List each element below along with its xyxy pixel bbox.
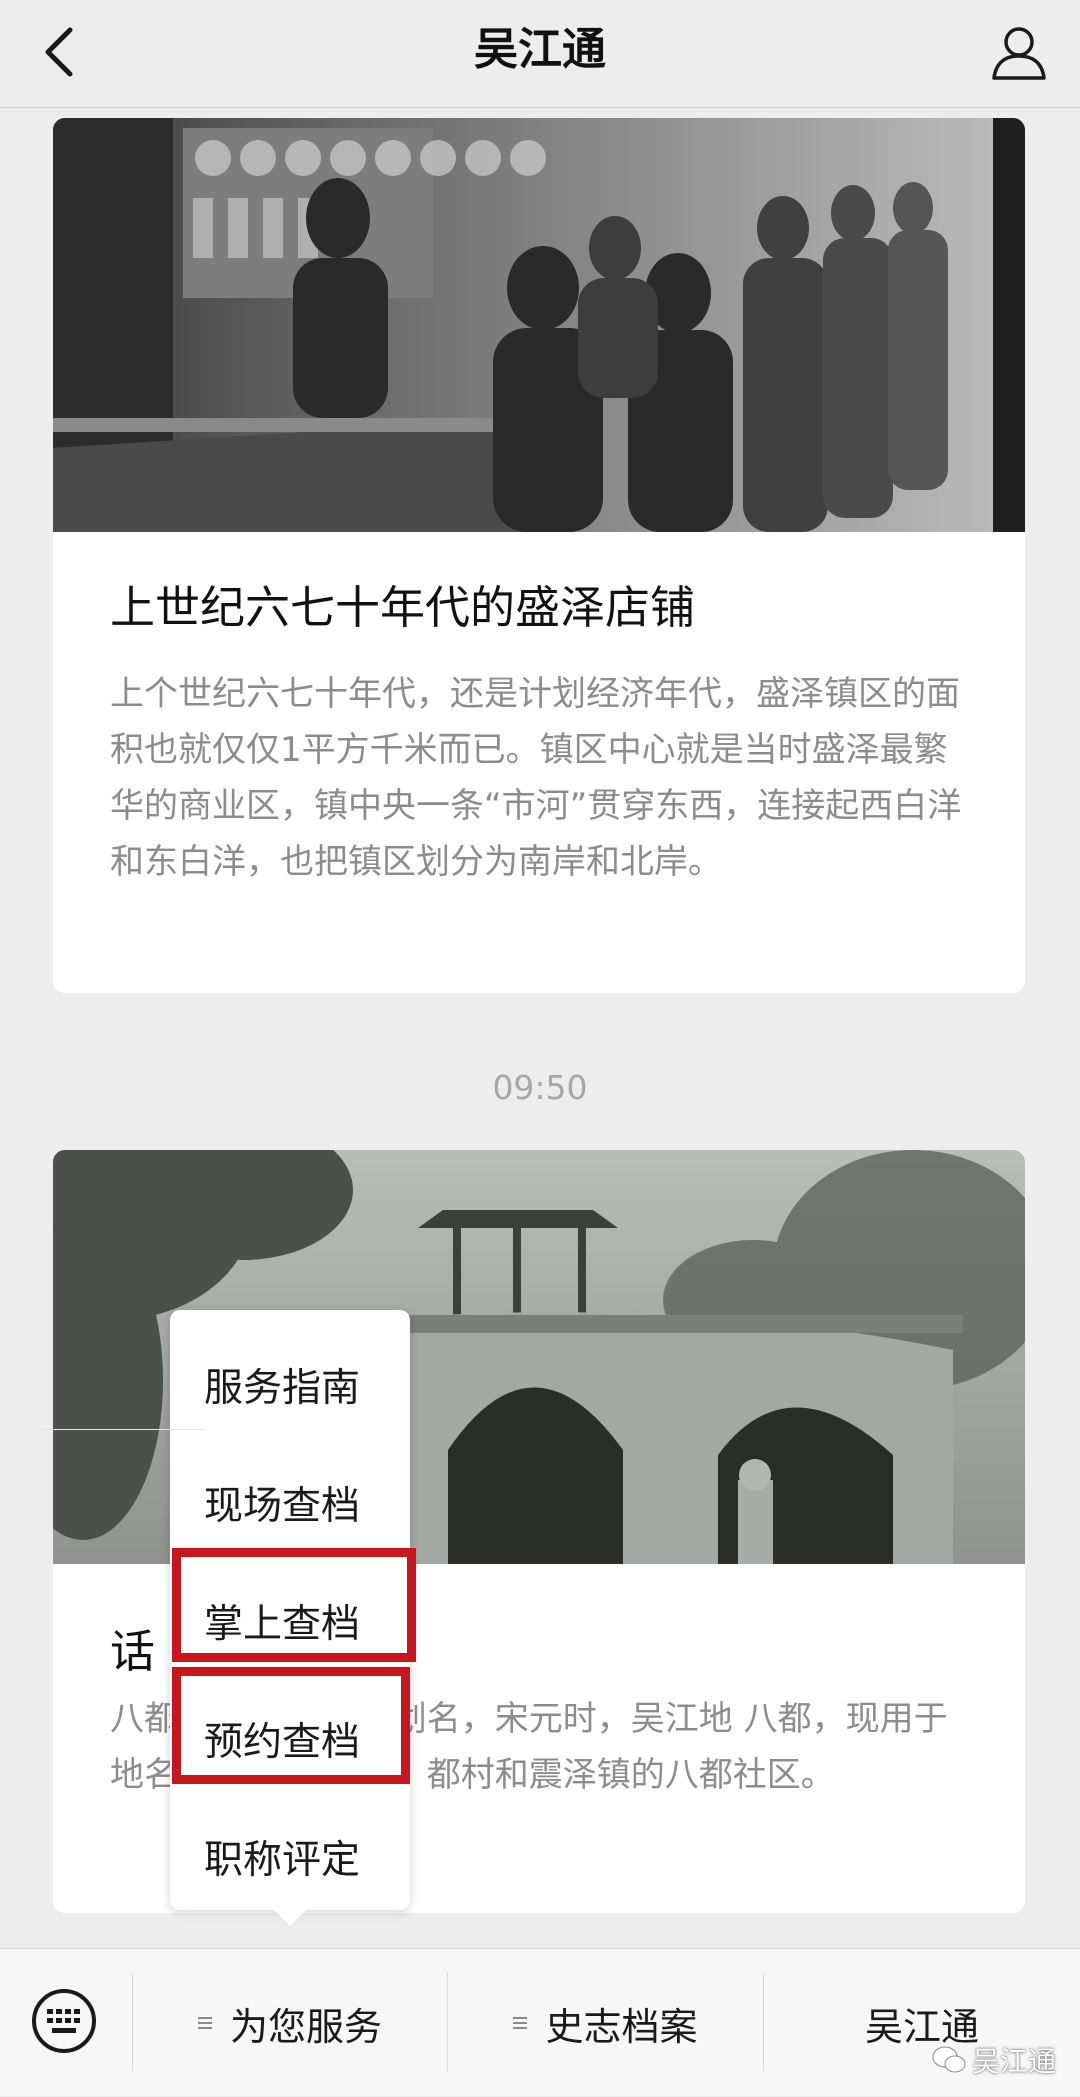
menu-item-service-guide[interactable]: 服务指南 bbox=[170, 1326, 410, 1444]
tab-service[interactable]: 为您服务 bbox=[133, 1949, 447, 2097]
tab-label: 史志档案 bbox=[545, 2004, 698, 2049]
bottom-menu-bar: 为您服务 史志档案 吴江通 吴江通 bbox=[0, 1948, 1080, 2096]
tab-label: 为您服务 bbox=[229, 2004, 382, 2049]
menu-lines-icon bbox=[197, 2015, 214, 2031]
wechat-logo-icon bbox=[932, 2046, 966, 2073]
menu-divider bbox=[34, 1429, 206, 1430]
keyboard-toggle-button[interactable] bbox=[30, 1987, 98, 2055]
watermark-text: 吴江通 bbox=[971, 2045, 1056, 2078]
menu-lines-icon bbox=[513, 2015, 529, 2031]
article-photo-shop bbox=[53, 118, 1025, 532]
menu-item-onsite-archive[interactable]: 现场查档 bbox=[170, 1444, 410, 1562]
keyboard-icon bbox=[32, 1989, 96, 2053]
tab-archives[interactable]: 史志档案 bbox=[448, 1949, 763, 2097]
page-title: 吴江通 bbox=[474, 24, 606, 75]
menu-item-title-evaluation[interactable]: 职称评定 bbox=[170, 1798, 410, 1916]
article-description: 上个世纪六七十年代，还是计划经济年代，盛泽镇区的面积也就仅仅1平方千米而已。镇区… bbox=[110, 674, 962, 882]
article-title: 上世纪六七十年代的盛泽店铺 bbox=[110, 581, 696, 634]
top-navbar: 吴江通 bbox=[0, 0, 1080, 108]
highlight-box bbox=[172, 1667, 410, 1784]
profile-button[interactable] bbox=[984, 18, 1054, 88]
article-card[interactable]: 上世纪六七十年代的盛泽店铺 上个世纪六七十年代，还是计划经济年代，盛泽镇区的面积… bbox=[53, 118, 1025, 993]
user-icon bbox=[992, 27, 1046, 80]
watermark: 吴江通 bbox=[932, 2040, 1056, 2080]
highlight-box bbox=[172, 1548, 416, 1662]
message-timestamp: 09:50 bbox=[492, 1068, 588, 1107]
